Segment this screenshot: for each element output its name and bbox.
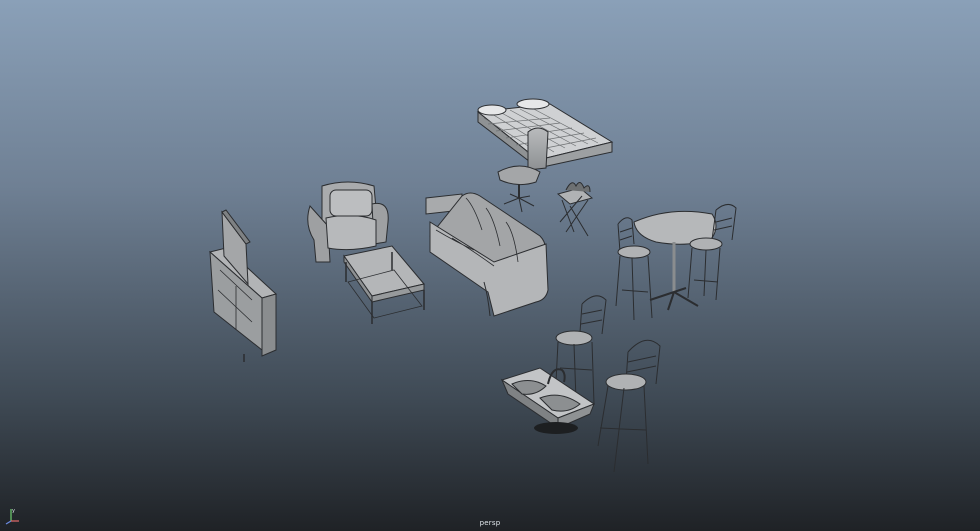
- tv-console-model[interactable]: [208, 209, 277, 362]
- bar-stool-4[interactable]: [597, 339, 661, 473]
- kitchen-sink-model[interactable]: [500, 367, 596, 434]
- side-table-plant-model[interactable]: [556, 182, 594, 237]
- axis-y-label: y: [12, 508, 15, 514]
- maya-perspective-viewport[interactable]: y persp: [0, 0, 980, 531]
- scene-3d-objects[interactable]: [0, 0, 980, 531]
- coffee-table-model[interactable]: [343, 245, 425, 324]
- sofa-model[interactable]: [425, 192, 549, 317]
- camera-name-label: persp: [479, 519, 501, 527]
